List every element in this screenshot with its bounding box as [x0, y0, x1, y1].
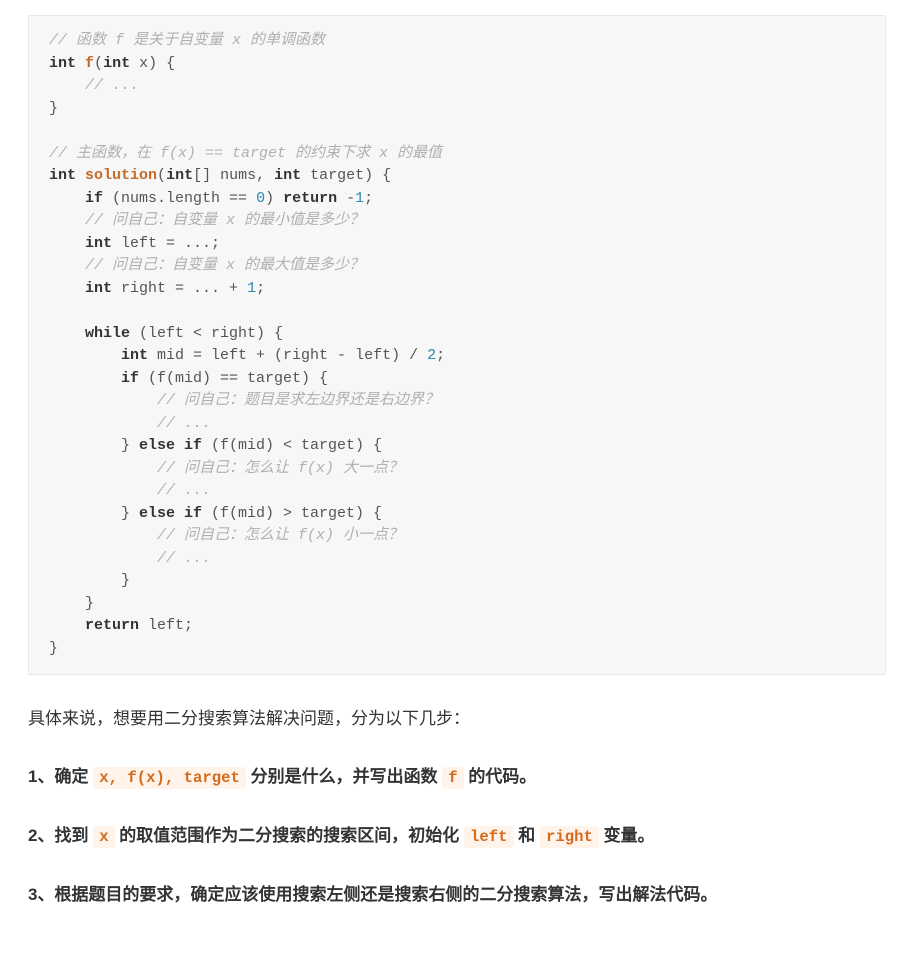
code-keyword: int: [85, 235, 112, 252]
code-text: [] nums,: [193, 167, 274, 184]
code-keyword: int: [85, 280, 112, 297]
code-line-comment: // 问自己：怎么让 f(x) 大一点？: [49, 460, 403, 477]
code-function-name: f: [85, 55, 94, 72]
code-keyword: int: [49, 167, 76, 184]
code-text: }: [49, 505, 139, 522]
code-keyword: int: [49, 55, 76, 72]
code-block[interactable]: // 函数 f 是关于自变量 x 的单调函数 int f(int x) { //…: [28, 15, 886, 675]
code-line-comment: // 问自己：题目是求左边界还是右边界？: [49, 392, 439, 409]
step-2-text-c: 和: [514, 826, 540, 845]
code-text: (f(mid) > target) {: [202, 505, 382, 522]
code-keyword: if: [121, 370, 139, 387]
code-line-comment: // 问自己：怎么让 f(x) 小一点？: [49, 527, 403, 544]
code-function-name: solution: [85, 167, 157, 184]
code-text: }: [49, 640, 58, 657]
code-text: [49, 617, 85, 634]
code-number: 0: [256, 190, 265, 207]
code-line-comment: // 问自己：自变量 x 的最小值是多少？: [49, 212, 364, 229]
code-text: }: [49, 572, 130, 589]
code-text: ): [265, 190, 283, 207]
code-keyword: while: [85, 325, 130, 342]
step-2-text-d: 变量。: [599, 826, 655, 845]
code-keyword: int: [166, 167, 193, 184]
inline-code-x: x: [93, 826, 114, 848]
code-text: (nums.length ==: [103, 190, 256, 207]
code-keyword: if: [85, 190, 103, 207]
code-keyword: return: [283, 190, 337, 207]
code-text: [49, 325, 85, 342]
code-keyword: int: [121, 347, 148, 364]
code-text: [49, 280, 85, 297]
code-line-comment: // ...: [49, 550, 211, 567]
code-keyword: else if: [139, 505, 202, 522]
code-text: mid = left + (right - left) /: [148, 347, 427, 364]
code-keyword: int: [274, 167, 301, 184]
code-line-comment: // ...: [49, 77, 139, 94]
code-line-comment: // 问自己：自变量 x 的最大值是多少？: [49, 257, 364, 274]
code-text: ;: [256, 280, 265, 297]
code-text: [49, 235, 85, 252]
code-keyword: return: [85, 617, 139, 634]
code-text: }: [49, 437, 139, 454]
code-number: 1: [247, 280, 256, 297]
code-line-comment: // ...: [49, 415, 211, 432]
step-1-paragraph: 1、确定 x, f(x), target 分别是什么，并写出函数 f 的代码。: [28, 761, 886, 794]
document-container: // 函数 f 是关于自变量 x 的单调函数 int f(int x) { //…: [0, 15, 914, 964]
code-text: [49, 370, 121, 387]
inline-code-x-fx-target: x, f(x), target: [93, 767, 246, 789]
code-text: (f(mid) == target) {: [139, 370, 328, 387]
code-text: x) {: [130, 55, 175, 72]
code-line-comment: // 主函数，在 f(x) == target 的约束下求 x 的最值: [49, 145, 442, 162]
step-1-text-b: 分别是什么，并写出函数: [246, 767, 442, 786]
code-text: right = ... +: [112, 280, 247, 297]
intro-paragraph: 具体来说，想要用二分搜索算法解决问题，分为以下几步：: [28, 703, 886, 735]
code-text: [49, 190, 85, 207]
code-text: }: [49, 100, 58, 117]
step-3-paragraph: 3、根据题目的要求，确定应该使用搜索左侧还是搜索右侧的二分搜索算法，写出解法代码…: [28, 879, 886, 911]
code-text: (f(mid) < target) {: [202, 437, 382, 454]
inline-code-right: right: [540, 826, 599, 848]
step-2-text-b: 的取值范围作为二分搜索的搜索区间，初始化: [115, 826, 464, 845]
code-text: (: [94, 55, 103, 72]
step-1-text-a: 1、确定: [28, 767, 93, 786]
step-2-paragraph: 2、找到 x 的取值范围作为二分搜索的搜索区间，初始化 left 和 right…: [28, 820, 886, 853]
code-text: left = ...;: [112, 235, 220, 252]
code-text: (: [157, 167, 166, 184]
inline-code-left: left: [464, 826, 514, 848]
code-text: [49, 347, 121, 364]
code-line-comment: // 函数 f 是关于自变量 x 的单调函数: [49, 32, 325, 49]
code-text: target) {: [301, 167, 391, 184]
code-keyword: else if: [139, 437, 202, 454]
step-1-text-c: 的代码。: [464, 767, 537, 786]
code-number: 1: [355, 190, 364, 207]
code-text: }: [49, 595, 94, 612]
inline-code-f: f: [442, 767, 463, 789]
code-text: -: [337, 190, 355, 207]
code-line-comment: // ...: [49, 482, 211, 499]
code-text: left;: [139, 617, 193, 634]
code-text: (left < right) {: [130, 325, 283, 342]
code-number: 2: [427, 347, 436, 364]
code-keyword: int: [103, 55, 130, 72]
code-text: ;: [364, 190, 373, 207]
code-text: ;: [436, 347, 445, 364]
step-2-text-a: 2、找到: [28, 826, 93, 845]
